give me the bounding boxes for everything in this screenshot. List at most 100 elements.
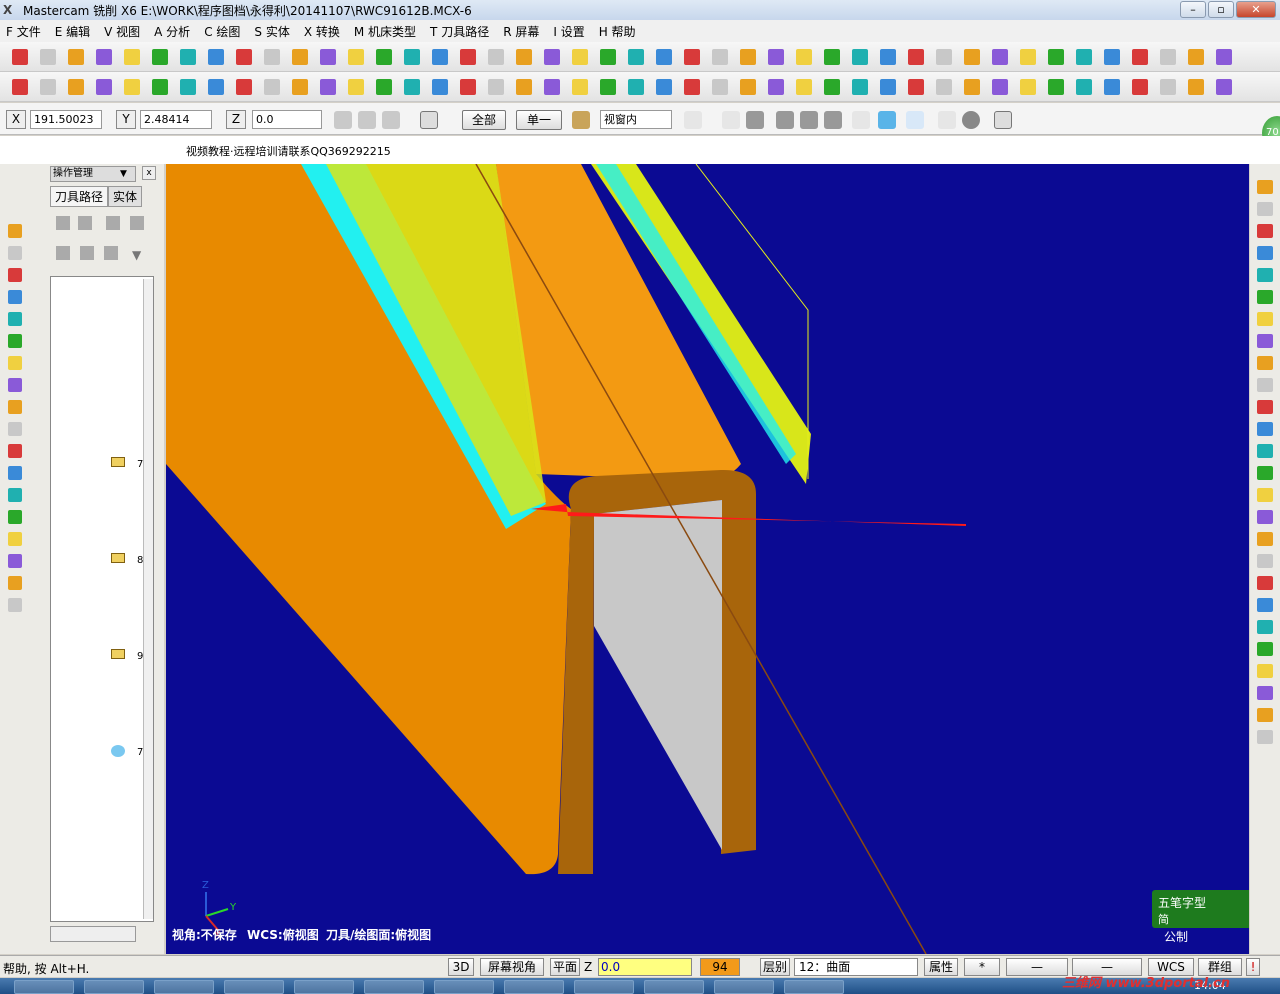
toolbar-tool-icon[interactable] xyxy=(264,49,280,65)
toolbar-tool-icon[interactable] xyxy=(180,79,196,95)
toolbar-tool-icon[interactable] xyxy=(1257,400,1273,414)
toolbar-tool-icon[interactable] xyxy=(124,79,140,95)
y-coordinate-field[interactable]: 2.48414 xyxy=(140,110,212,129)
z-depth-field[interactable]: 0.0 xyxy=(598,958,692,976)
taskbar-app-button[interactable] xyxy=(504,980,564,994)
taskbar-app-button[interactable] xyxy=(644,980,704,994)
toolbar-tool-icon[interactable] xyxy=(1132,49,1148,65)
toolbar-tool-icon[interactable] xyxy=(320,49,336,65)
toolbar-tool-icon[interactable] xyxy=(208,79,224,95)
post-icon[interactable] xyxy=(104,246,118,260)
toolbar-tool-icon[interactable] xyxy=(1020,49,1036,65)
toolbar-tool-icon[interactable] xyxy=(796,49,812,65)
taskbar-app-button[interactable] xyxy=(154,980,214,994)
taskbar-app-button[interactable] xyxy=(784,980,844,994)
toolbar-tool-icon[interactable] xyxy=(8,334,22,348)
taskbar-app-button[interactable] xyxy=(84,980,144,994)
toolbar-tool-icon[interactable] xyxy=(8,488,22,502)
toolbar-tool-icon[interactable] xyxy=(12,49,28,65)
toolbar-tool-icon[interactable] xyxy=(1257,576,1273,590)
toolbar-tool-icon[interactable] xyxy=(1160,49,1176,65)
tab-toolpaths[interactable]: 刀具路径 xyxy=(50,186,109,207)
toolbar-tool-icon[interactable] xyxy=(1257,378,1273,392)
toolbar-tool-icon[interactable] xyxy=(8,554,22,568)
toolbar-tool-icon[interactable] xyxy=(8,378,22,392)
toolbar-tool-icon[interactable] xyxy=(1020,79,1036,95)
toolbar-tool-icon[interactable] xyxy=(740,79,756,95)
toolbar-tool-icon[interactable] xyxy=(8,576,22,590)
toolbar-tool-icon[interactable] xyxy=(8,444,22,458)
toolbar-tool-icon[interactable] xyxy=(460,49,476,65)
operations-tree[interactable]: 7 8 9 7 xyxy=(50,276,154,922)
alert-icon[interactable]: ! xyxy=(1246,958,1260,976)
toolbar-tool-icon[interactable] xyxy=(1257,334,1273,348)
toolbar-tool-icon[interactable] xyxy=(8,356,22,370)
toolbar-tool-icon[interactable] xyxy=(936,79,952,95)
toolbar-tool-icon[interactable] xyxy=(208,49,224,65)
toolbar-tool-icon[interactable] xyxy=(712,79,728,95)
toolbar-tool-icon[interactable] xyxy=(1257,686,1273,700)
toolbar-tool-icon[interactable] xyxy=(852,49,868,65)
toolbar-tool-icon[interactable] xyxy=(964,79,980,95)
toolbar-tool-icon[interactable] xyxy=(8,598,22,612)
toolbar-tool-icon[interactable] xyxy=(236,49,252,65)
toolbar-tool-icon[interactable] xyxy=(488,49,504,65)
point-style-select[interactable]: * xyxy=(964,958,1000,976)
line-style-select[interactable]: — xyxy=(1006,958,1068,976)
toolbar-tool-icon[interactable] xyxy=(96,49,112,65)
verify-icon[interactable] xyxy=(130,216,144,230)
toolbar-tool-icon[interactable] xyxy=(600,49,616,65)
taskbar-app-button[interactable] xyxy=(364,980,424,994)
toggle-display-icon[interactable] xyxy=(80,246,94,260)
tree-scrollbar[interactable] xyxy=(143,279,153,919)
toolbar-tool-icon[interactable] xyxy=(8,224,22,238)
toolbar-tool-icon[interactable] xyxy=(432,79,448,95)
toolbar-tool-icon[interactable] xyxy=(320,79,336,95)
maximize-button[interactable]: ▫ xyxy=(1208,1,1234,18)
toolbar-tool-icon[interactable] xyxy=(1257,356,1273,370)
toolbar-tool-icon[interactable] xyxy=(376,49,392,65)
toolbar-tool-icon[interactable] xyxy=(656,79,672,95)
select-all-button[interactable]: 全部 xyxy=(462,110,506,130)
toolbar-tool-icon[interactable] xyxy=(684,79,700,95)
select-single-button[interactable]: 单一 xyxy=(516,110,562,130)
end-selection-icon[interactable] xyxy=(906,111,924,129)
plane-button[interactable]: 平面 xyxy=(550,958,580,976)
backplot-icon[interactable] xyxy=(106,216,120,230)
toolbar-tool-icon[interactable] xyxy=(852,79,868,95)
toolbar-tool-icon[interactable] xyxy=(1257,202,1273,216)
toolbar-tool-icon[interactable] xyxy=(964,49,980,65)
toolbar-tool-icon[interactable] xyxy=(8,466,22,480)
toolbar-tool-icon[interactable] xyxy=(8,532,22,546)
cursor-arrow-icon[interactable] xyxy=(722,111,740,129)
toolbar-tool-icon[interactable] xyxy=(292,79,308,95)
toolbar-tool-icon[interactable] xyxy=(1257,488,1273,502)
tree-horizontal-scrollbar[interactable] xyxy=(50,926,136,942)
chain-icon[interactable] xyxy=(878,111,896,129)
toolbar-tool-icon[interactable] xyxy=(1076,79,1092,95)
toolbar-tool-icon[interactable] xyxy=(572,79,588,95)
toolbar-tool-icon[interactable] xyxy=(404,79,420,95)
line-mask-icon[interactable] xyxy=(684,111,702,129)
toolbar-tool-icon[interactable] xyxy=(68,79,84,95)
toolbar-tool-icon[interactable] xyxy=(824,49,840,65)
toolbar-tool-icon[interactable] xyxy=(1257,246,1273,260)
toolbar-tool-icon[interactable] xyxy=(8,312,22,326)
taskbar-app-button[interactable] xyxy=(434,980,494,994)
selection-method-select[interactable]: 视窗内 xyxy=(600,110,672,129)
toolbar-tool-icon[interactable] xyxy=(1216,49,1232,65)
menu-create[interactable]: C 绘图 xyxy=(204,23,240,40)
color-field[interactable]: 94 xyxy=(700,958,740,976)
toolbar-tool-icon[interactable] xyxy=(908,79,924,95)
regenerate-icon[interactable] xyxy=(78,216,92,230)
toolbar-tool-icon[interactable] xyxy=(1257,290,1273,304)
toolbar-tool-icon[interactable] xyxy=(432,49,448,65)
toolbar-tool-icon[interactable] xyxy=(488,79,504,95)
taskbar-app-button[interactable] xyxy=(294,980,354,994)
toolbar-tool-icon[interactable] xyxy=(880,79,896,95)
solid-edge-icon[interactable] xyxy=(800,111,818,129)
toolbar-tool-icon[interactable] xyxy=(1257,730,1273,744)
z-coordinate-field[interactable]: 0.0 xyxy=(252,110,322,129)
toolbar-tool-icon[interactable] xyxy=(8,290,22,304)
ime-simple[interactable]: 简 xyxy=(1158,911,1169,927)
